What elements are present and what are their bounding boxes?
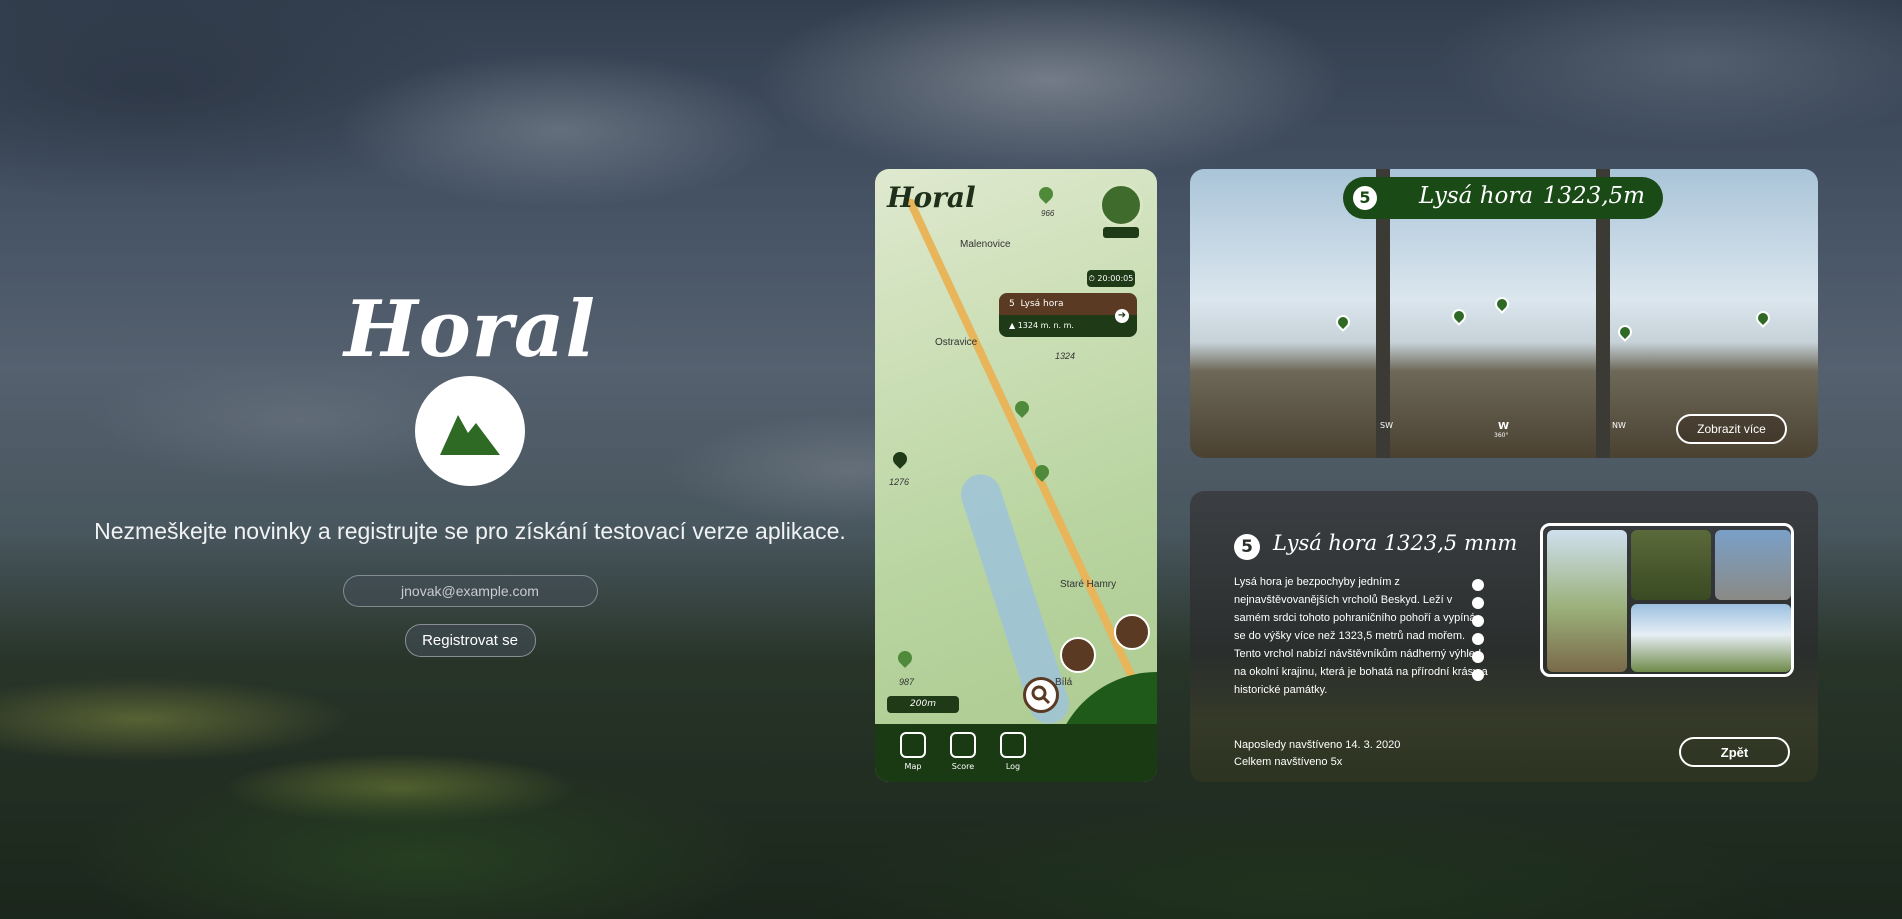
bottom-nav: Map Score Log <box>875 724 1157 782</box>
map-icon <box>900 732 926 758</box>
hiker-icon <box>1472 597 1484 609</box>
chart-icon <box>950 732 976 758</box>
compass-strip: SW W 360° NW <box>1380 421 1630 439</box>
back-button[interactable]: Zpět <box>1679 737 1790 767</box>
phone-app-title: Horal <box>887 181 976 214</box>
map-label: Ostravice <box>935 337 978 348</box>
gallery-photo[interactable] <box>1547 530 1627 672</box>
hero-section: Horal Nezmeškejte novinky a registrujte … <box>90 290 850 657</box>
map-label: Malenovice <box>960 239 1011 250</box>
email-input[interactable] <box>342 575 598 607</box>
logo-badge <box>415 376 525 486</box>
compass-center: W <box>1498 421 1510 432</box>
hiker-icon <box>1472 633 1484 645</box>
ar-peak-number: 5 <box>1353 186 1377 210</box>
register-button[interactable]: Registrovat se <box>404 624 536 657</box>
search-button[interactable] <box>1023 677 1059 713</box>
visit-info: Naposledy navštíveno 14. 3. 2020 Celkem … <box>1234 737 1400 771</box>
hiker-icon <box>1472 651 1484 663</box>
gallery-photo[interactable] <box>1631 530 1711 600</box>
visit-count: Celkem navštíveno 5x <box>1234 756 1343 768</box>
map-pin-icon[interactable] <box>1036 184 1056 204</box>
map-label: Staré Hamry <box>1060 579 1117 590</box>
mountain-icon <box>440 415 500 455</box>
nav-log[interactable]: Log <box>993 732 1033 771</box>
avatar-badge <box>1103 227 1139 238</box>
filter-button[interactable] <box>1060 637 1096 673</box>
log-icon <box>1000 732 1026 758</box>
brand-title: Horal <box>344 284 596 375</box>
phone-map-mockup: Horal ⏱ 20:00:05 5 Lysá hora ▲ 1324 m. n… <box>875 169 1157 782</box>
map-pin-icon[interactable] <box>1012 398 1032 418</box>
peak-popup-number: 5 <box>1009 299 1015 309</box>
last-visit: Naposledy navštíveno 14. 3. 2020 <box>1234 739 1401 751</box>
hiker-icon <box>1472 615 1484 627</box>
peak-popup-name: Lysá hora <box>1020 299 1064 309</box>
peak-icon: ▲ <box>1009 321 1016 330</box>
flag-icon <box>1472 579 1484 591</box>
ar-peak-name: Lysá hora <box>1419 183 1534 209</box>
detail-description: Lysá hora je bezpochyby jedním z nejnavš… <box>1234 576 1488 696</box>
gallery-photo[interactable] <box>1715 530 1791 600</box>
timer-badge: ⏱ 20:00:05 <box>1087 270 1135 287</box>
avatar[interactable] <box>1099 183 1143 227</box>
signup-tagline: Nezmeškejte novinky a registrujte se pro… <box>94 518 846 544</box>
ar-pin-icon[interactable] <box>1449 306 1469 326</box>
compass-degrees: 360° <box>1494 432 1509 439</box>
map-label: 966 <box>1041 209 1055 218</box>
map-scale: 200m <box>887 696 959 713</box>
ar-pin-icon[interactable] <box>1333 312 1353 332</box>
detail-icon-column <box>1472 579 1486 687</box>
map-label: Bílá <box>1055 677 1073 688</box>
map-label: 1276 <box>889 477 910 487</box>
detail-title: Lysá hora 1323,5 mnm <box>1273 531 1518 555</box>
compass-right: NW <box>1612 421 1626 430</box>
compass-left: SW <box>1380 421 1393 430</box>
nav-map-label: Map <box>904 762 922 771</box>
photo-gallery[interactable] <box>1540 523 1794 677</box>
peak-popup-altitude: 1324 m. n. m. <box>1017 321 1074 330</box>
map-pin-icon[interactable] <box>890 449 910 469</box>
map-label: 1324 <box>1055 351 1076 361</box>
nav-score[interactable]: Score <box>943 732 983 771</box>
arrow-right-icon[interactable]: ➜ <box>1115 309 1129 323</box>
search-icon <box>1031 685 1051 705</box>
show-more-button[interactable]: Zobrazit více <box>1676 414 1787 444</box>
gallery-photo[interactable] <box>1631 604 1791 672</box>
ar-peak-header: 5 Lysá hora 1323,5m <box>1343 177 1663 219</box>
compass-button[interactable] <box>1114 614 1150 650</box>
map-pin-icon[interactable] <box>895 648 915 668</box>
hiker-icon <box>1472 669 1484 681</box>
detail-number: 5 <box>1234 534 1260 560</box>
peak-popup[interactable]: 5 Lysá hora ▲ 1324 m. n. m. ➜ <box>999 293 1137 337</box>
timer-value: 20:00:05 <box>1097 274 1134 283</box>
ar-view-mockup: 5 Lysá hora 1323,5m SW W 360° NW Zobrazi… <box>1190 169 1818 458</box>
ar-pin-icon[interactable] <box>1492 294 1512 314</box>
nav-log-label: Log <box>1005 762 1021 771</box>
ar-pin-icon[interactable] <box>1615 322 1635 342</box>
ar-peak-altitude: 1323,5m <box>1542 183 1645 209</box>
nav-score-label: Score <box>951 762 975 771</box>
map-label: 987 <box>899 677 915 687</box>
ar-pin-icon[interactable] <box>1753 308 1773 328</box>
peak-detail-mockup: 5 Lysá hora 1323,5 mnm Lysá hora je bezp… <box>1190 491 1818 782</box>
nav-map[interactable]: Map <box>893 732 933 771</box>
